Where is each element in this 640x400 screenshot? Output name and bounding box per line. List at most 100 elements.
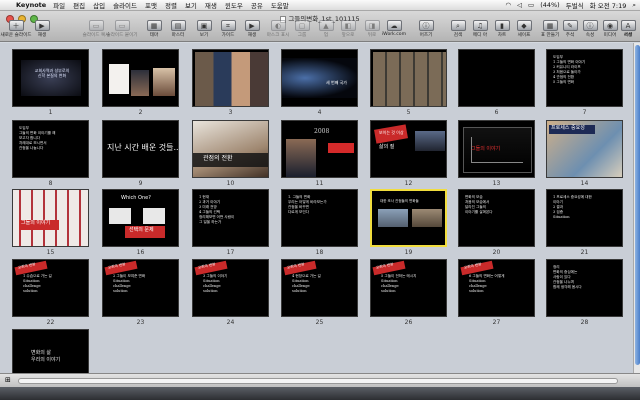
menu-arrange[interactable]: 정렬 <box>165 0 177 10</box>
slide-preview[interactable]: Which One? 선택의 문제 <box>102 189 179 247</box>
toolbar-button-9[interactable]: ◐ 마스크 표시 <box>266 20 290 38</box>
menu-insert[interactable]: 삽입 <box>93 0 105 10</box>
slide-thumbnail-8[interactable]: 도입부 그들의 변화 이야기를 해 보고자 합니다 차례대로 보시면서 관점을 … <box>12 120 89 187</box>
toolbar-button-14[interactable]: ☁ iWork.com <box>376 20 412 37</box>
slide-preview[interactable]: 교회의 변화 5 그들이 전하는 메시지 Situation challenge … <box>370 259 447 317</box>
slide-thumbnail-25[interactable]: 교회의 변화 4 현장으로 가는 길 Situation challenge so… <box>281 259 358 326</box>
toolbar-button-15[interactable]: ⓘ 어즈기 <box>414 20 438 38</box>
menu-file[interactable]: 파일 <box>53 0 65 10</box>
add-slide-icon[interactable]: ⊞ <box>5 376 11 384</box>
slide-preview[interactable] <box>102 49 179 107</box>
slide-thumbnail-15[interactable]: 그들의 이야기 15 <box>12 189 89 256</box>
toolbar-button-5[interactable]: ▤ 마스터 <box>166 20 190 38</box>
toolbar-button-17[interactable]: ♫ 메디 아 <box>468 20 492 38</box>
slide-thumbnail-3[interactable]: 3 <box>192 49 269 116</box>
slide-preview[interactable]: 그들의 이야기 <box>458 120 535 178</box>
slide-preview[interactable]: 교회의 변화 3 그들의 이야기 Situation challenge solu… <box>192 259 269 317</box>
slide-sorter[interactable]: 교회사역과 성부로의 신학 본질의 변화 1 2 3 세 번째 국가 4 5 6 도입부 1 그… <box>0 43 633 396</box>
slide-preview[interactable]: 교회사역과 성부로의 신학 본질의 변화 <box>12 49 89 107</box>
slide-preview[interactable] <box>370 49 447 107</box>
toolbar-button-6[interactable]: ▣ 보기 <box>192 20 216 38</box>
slide-preview[interactable]: 교회의 변화 6 그들의 변화는 어떻게 Situation challenge … <box>458 259 535 317</box>
slide-preview[interactable]: 1. 그들의 변화 우리는 어떻게 바라보는가 관점을 바꾸면 다르게 보인다 <box>281 189 358 247</box>
slide-thumbnail-1[interactable]: 교회사역과 성부로의 신학 본질의 변화 1 <box>12 49 89 116</box>
slide-preview[interactable]: 변화의 모습 처음의 모습에서 달라진 그들의 이야기를 살펴본다 <box>458 189 535 247</box>
slide-preview[interactable]: 대한 조사 관점들의 변화들 <box>370 189 447 247</box>
mask-icon: ◐ <box>270 20 286 31</box>
toolbar-button-12[interactable]: ◧ 앞으로 <box>336 20 360 38</box>
vertical-scrollbar[interactable] <box>633 43 640 373</box>
slide-thumbnail-4[interactable]: 세 번째 국가 4 <box>281 49 358 116</box>
menu-format[interactable]: 포맷 <box>145 0 157 10</box>
app-menu[interactable]: Keynote <box>16 1 46 9</box>
toolbar-button-8[interactable]: ▶ 재생 <box>240 20 264 38</box>
slide-thumbnail-6[interactable]: 6 <box>458 49 535 116</box>
slide-thumbnail-12[interactable]: 보이는 것 이상 삶의 질 12 <box>370 120 447 187</box>
slide-preview[interactable]: 정리 변화의 중심에는 사람이 있다 관점을 나누며 함께 생각해 봅시다 <box>546 259 623 317</box>
slide-thumbnail-17[interactable]: 1 현재 2 과거 이야기 3 미래 전망 4 그들의 선택 정리해보면 어떤 … <box>192 189 269 256</box>
toolbar-button-19[interactable]: ◆ 셰이프 <box>512 20 536 38</box>
scrollbar-thumb[interactable] <box>635 45 640 365</box>
input-method[interactable]: 두벌식 <box>566 0 584 10</box>
slide-thumbnail-18[interactable]: 1. 그들의 변화 우리는 어떻게 바라보는가 관점을 바꾸면 다르게 보인다 1… <box>281 189 358 256</box>
slide-preview[interactable]: 도입부 그들의 변화 이야기를 해 보고자 합니다 차례대로 보시면서 관점을 … <box>12 120 89 178</box>
slide-thumbnail-13[interactable]: 그들의 이야기 13 <box>458 120 535 187</box>
slide-thumbnail-27[interactable]: 교회의 변화 6 그들의 변화는 어떻게 Situation challenge … <box>458 259 535 326</box>
toolbar-button-4[interactable]: ▦ 테마 <box>142 20 166 38</box>
slide-thumbnail-28[interactable]: 정리 변화의 중심에는 사람이 있다 관점을 나누며 함께 생각해 봅시다 28 <box>546 259 623 326</box>
toolbar-button-25[interactable]: A 서체 <box>616 20 640 38</box>
menubar-clock[interactable]: 화 오전 7:19 <box>590 0 627 10</box>
menu-play[interactable]: 재생 <box>205 0 217 10</box>
slide-thumbnail-20[interactable]: 변화의 모습 처음의 모습에서 달라진 그들의 이야기를 살펴본다 20 <box>458 189 535 256</box>
slide-preview[interactable]: 교회의 변화 1 수습으로 가는 길 Situation challenge so… <box>12 259 89 317</box>
volume-icon[interactable]: ◁ <box>517 1 522 9</box>
slide-thumbnail-2[interactable]: 2 <box>102 49 179 116</box>
slide-preview[interactable]: 1 현재 2 과거 이야기 3 미래 전망 4 그들의 선택 정리해보면 어떤 … <box>192 189 269 247</box>
slide-thumbnail-21[interactable]: 1 프로세스 중요성에 대한 이야기 2 결과 3 검증 Situation 21 <box>546 189 623 256</box>
toolbar-button-16[interactable]: ⌕ 검색 <box>446 20 470 38</box>
slide-preview[interactable]: 세 번째 국가 <box>281 49 358 107</box>
slide-preview[interactable]: 1 프로세스 중요성에 대한 이야기 2 결과 3 검증 Situation <box>546 189 623 247</box>
toolbar-button-1[interactable]: ▶ 재생 <box>30 20 54 38</box>
toolbar-button-0[interactable]: ＋ 새로운 슬라이드 <box>0 20 32 38</box>
slide-preview[interactable]: 도입부 1 그들의 변화 이야기 2 커뮤니티 라이프 3 처음으로 돌아가 4… <box>546 49 623 107</box>
menu-edit[interactable]: 편집 <box>73 0 85 10</box>
menu-view[interactable]: 보기 <box>185 0 197 10</box>
menu-slide[interactable]: 슬라이드 <box>113 0 137 10</box>
slide-thumbnail-9[interactable]: 지난 시간 배운 것들... 9 <box>102 120 179 187</box>
spotlight-icon[interactable]: ⌕ <box>632 1 636 10</box>
slide-thumbnail-16[interactable]: Which One? 선택의 문제 16 <box>102 189 179 256</box>
horizontal-scrollbar[interactable] <box>18 378 618 384</box>
slide-preview[interactable]: 2008 <box>281 120 358 178</box>
slide-thumbnail-19[interactable]: 대한 조사 관점들의 변화들 19 <box>370 189 447 256</box>
menu-help[interactable]: 도움말 <box>271 0 289 10</box>
battery-icon[interactable]: ▭ <box>528 1 534 9</box>
slide-preview[interactable]: 교회의 변화 2 그들이 보여준 변화 Situation challenge s… <box>102 259 179 317</box>
slide-preview[interactable]: 지난 시간 배운 것들... <box>102 120 179 178</box>
slide-preview[interactable] <box>192 49 269 107</box>
slide-thumbnail-22[interactable]: 교회의 변화 1 수습으로 가는 길 Situation challenge so… <box>12 259 89 326</box>
wifi-icon[interactable]: ◠ <box>505 1 511 9</box>
slide-thumbnail-23[interactable]: 교회의 변화 2 그들이 보여준 변화 Situation challenge s… <box>102 259 179 326</box>
slide-preview[interactable]: 프로세스 중요성 <box>546 120 623 178</box>
slide-preview[interactable]: 보이는 것 이상 삶의 질 <box>370 120 447 178</box>
slide-thumbnail-11[interactable]: 2008 11 <box>281 120 358 187</box>
toolbar-button-11[interactable]: ▲ 업 <box>314 20 338 38</box>
slide-thumbnail-10[interactable]: 관점의 전환 10 <box>192 120 269 187</box>
toolbar-button-3[interactable]: ▭ 슬라이드 붙이기 <box>106 20 138 38</box>
slide-preview[interactable]: 그들의 이야기 <box>12 189 89 247</box>
slide-thumbnail-14[interactable]: 프로세스 중요성 14 <box>546 120 623 187</box>
toolbar-button-7[interactable]: ⌗ 가이드 <box>216 20 240 38</box>
menu-share[interactable]: 공유 <box>251 0 263 10</box>
slide-thumbnail-5[interactable]: 5 <box>370 49 447 116</box>
toolbar-button-18[interactable]: ▮ 차트 <box>490 20 514 38</box>
slide-preview[interactable]: 교회의 변화 4 현장으로 가는 길 Situation challenge so… <box>281 259 358 317</box>
slide-preview[interactable]: 관점의 전환 <box>192 120 269 178</box>
slide-preview[interactable] <box>458 49 535 107</box>
slide-thumbnail-24[interactable]: 교회의 변화 3 그들의 이야기 Situation challenge solu… <box>192 259 269 326</box>
slide-thumbnail-26[interactable]: 교회의 변화 5 그들이 전하는 메시지 Situation challenge … <box>370 259 447 326</box>
menu-window[interactable]: 윈도우 <box>225 0 243 10</box>
toolbar-button-10[interactable]: ▢ 그룹 <box>290 20 314 38</box>
slide-thumbnail-7[interactable]: 도입부 1 그들의 변화 이야기 2 커뮤니티 라이프 3 처음으로 돌아가 4… <box>546 49 623 116</box>
toolbar-button-2[interactable]: ▭ 슬라이드 복사 <box>83 20 109 38</box>
